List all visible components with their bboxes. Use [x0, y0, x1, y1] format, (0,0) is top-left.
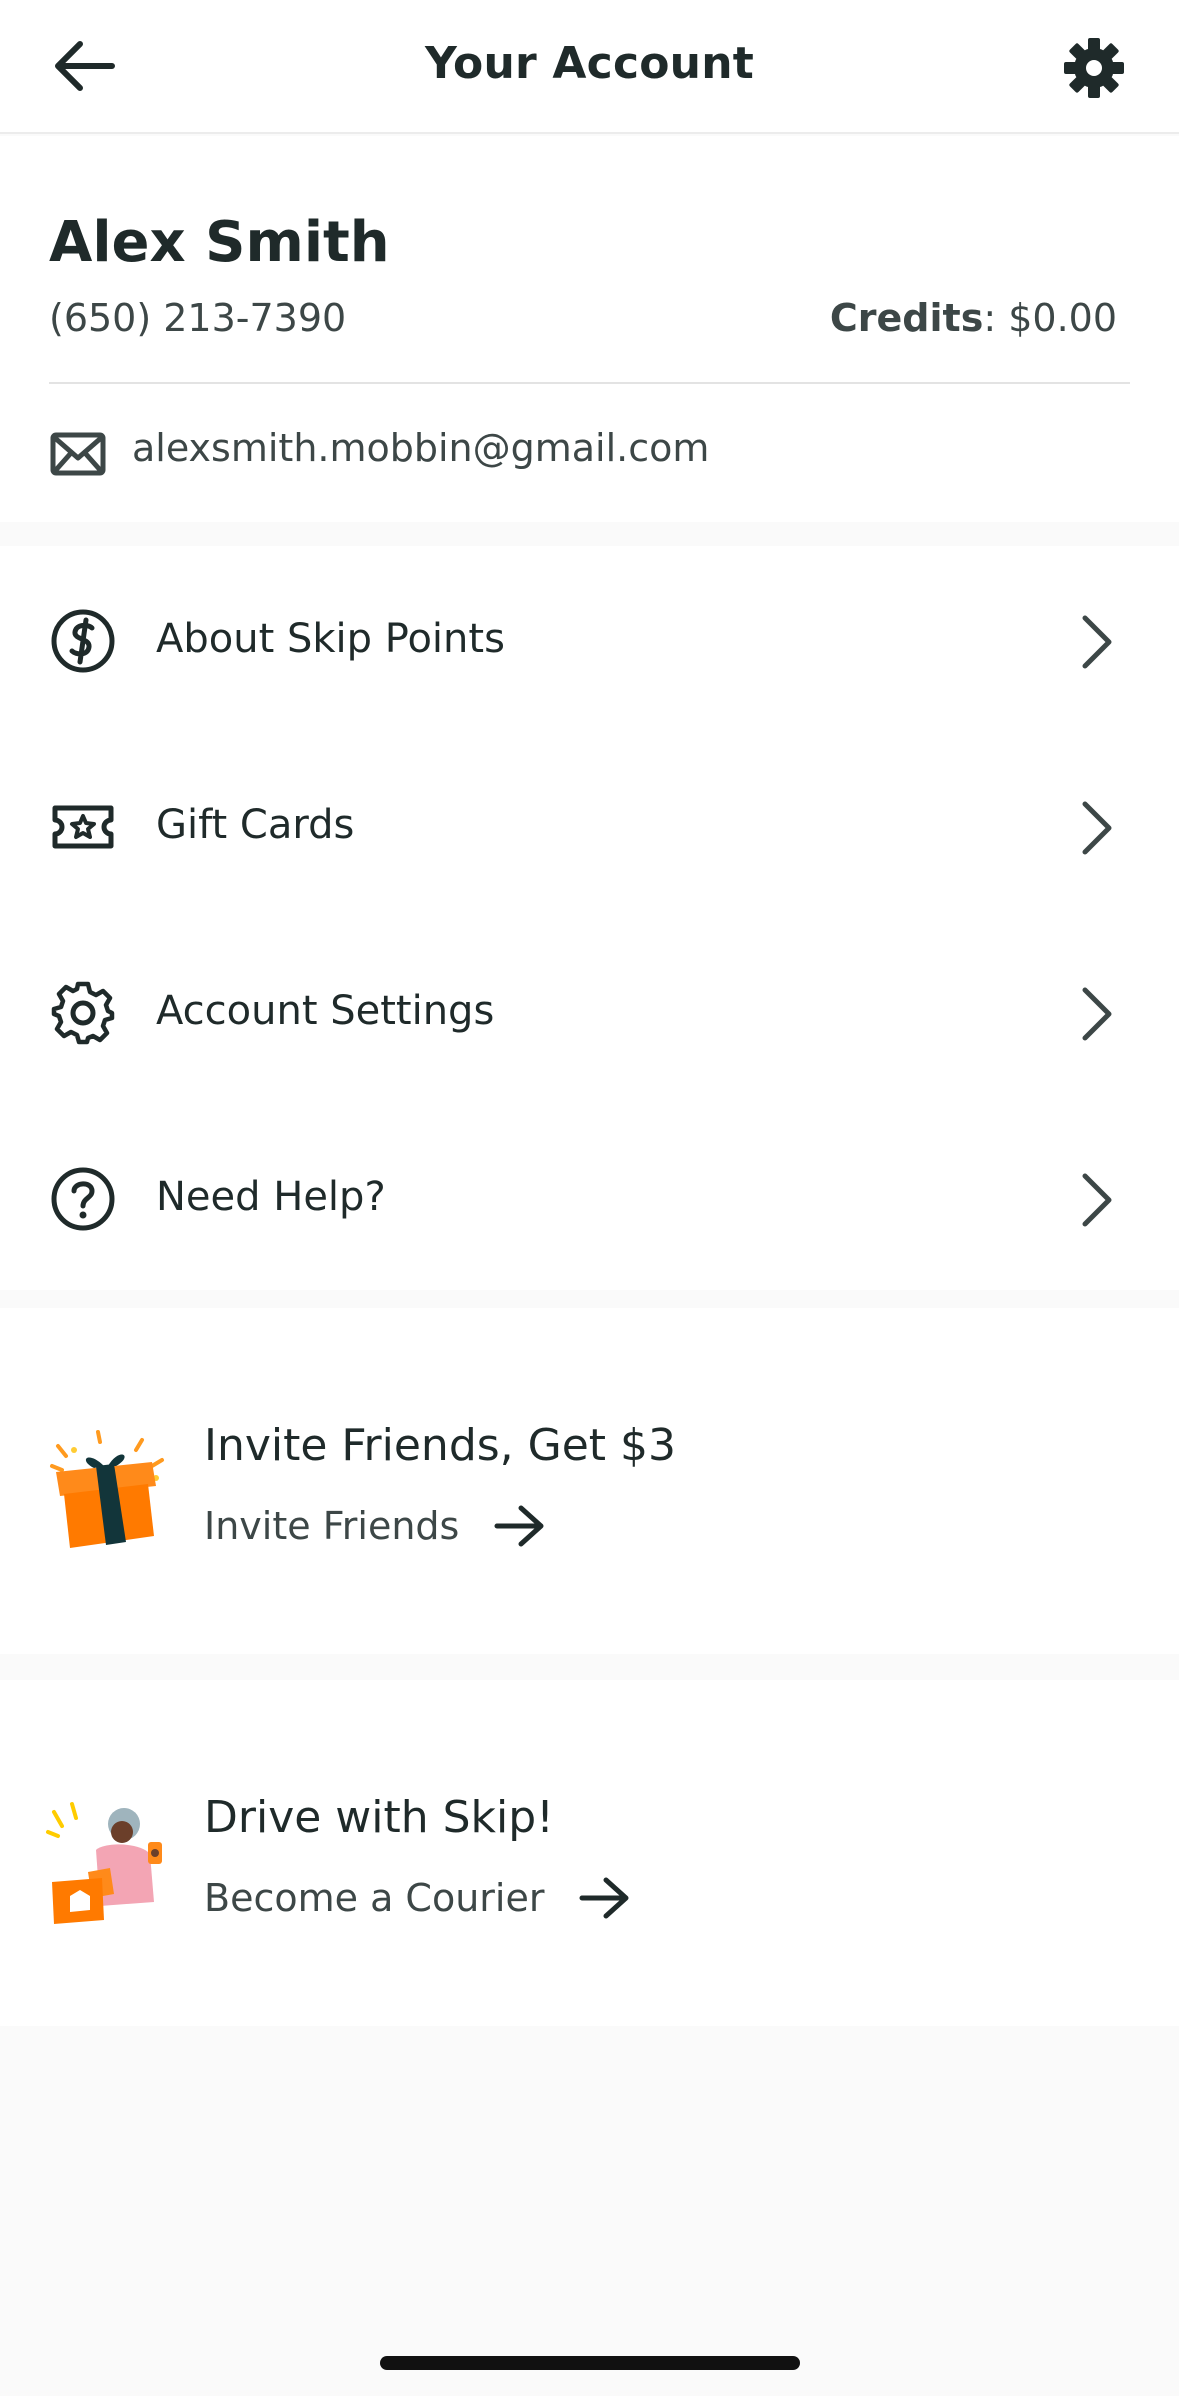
arrow-right-icon [494, 1505, 544, 1547]
credits-balance: Credits: $0.00 [830, 296, 1117, 340]
courier-card[interactable]: Drive with Skip! Become a Courier [0, 1680, 1179, 2026]
chevron-right-icon [1082, 987, 1112, 1041]
help-icon [51, 1167, 115, 1231]
promo-title: Invite Friends, Get $3 [204, 1420, 677, 1471]
menu-item-gift-cards[interactable]: Gift Cards [0, 732, 1179, 918]
menu-item-skip-points[interactable]: About Skip Points [0, 546, 1179, 732]
page-title: Your Account [425, 38, 754, 89]
chevron-right-icon [1082, 615, 1112, 669]
courier-illustration [46, 1802, 162, 1924]
credits-label: Credits [829, 296, 984, 340]
user-email: alexsmith.mobbin@gmail.com [132, 426, 710, 470]
invite-friends-link[interactable]: Invite Friends [204, 1504, 547, 1548]
menu-item-account-settings[interactable]: Account Settings [0, 918, 1179, 1104]
skip-points-icon [51, 609, 115, 673]
credits-value: : $0.00 [983, 296, 1117, 340]
top-bar: Your Account [0, 0, 1179, 134]
mail-icon [50, 432, 106, 476]
gift-card-icon [52, 805, 114, 849]
gear-icon [51, 981, 115, 1045]
menu-item-label: Need Help? [156, 1174, 386, 1220]
chevron-right-icon [1082, 801, 1112, 855]
menu-item-need-help[interactable]: Need Help? [0, 1104, 1179, 1290]
account-screen: Your Account Alex Smith (650) 213-7390 C… [0, 0, 1179, 2396]
promo-link-label: Invite Friends [204, 1504, 460, 1548]
invite-friends-card[interactable]: Invite Friends, Get $3 Invite Friends [0, 1308, 1179, 1654]
profile-section: Alex Smith (650) 213-7390 Credits: $0.00… [0, 136, 1179, 522]
chevron-right-icon [1082, 1173, 1112, 1227]
home-indicator[interactable] [380, 2356, 800, 2370]
account-menu: About Skip Points Gift Cards Account Set… [0, 546, 1179, 1290]
menu-item-label: About Skip Points [156, 616, 505, 662]
promo-link-label: Become a Courier [204, 1876, 545, 1920]
arrow-right-icon [579, 1877, 629, 1919]
menu-item-label: Account Settings [156, 988, 495, 1034]
promo-title: Drive with Skip! [204, 1792, 554, 1843]
user-phone: (650) 213-7390 [49, 296, 347, 340]
become-courier-link[interactable]: Become a Courier [204, 1876, 632, 1920]
profile-divider [49, 382, 1130, 384]
gift-box-illustration [50, 1430, 164, 1548]
menu-item-label: Gift Cards [156, 802, 355, 848]
settings-gear-icon[interactable] [1062, 36, 1126, 100]
user-name: Alex Smith [49, 210, 390, 275]
